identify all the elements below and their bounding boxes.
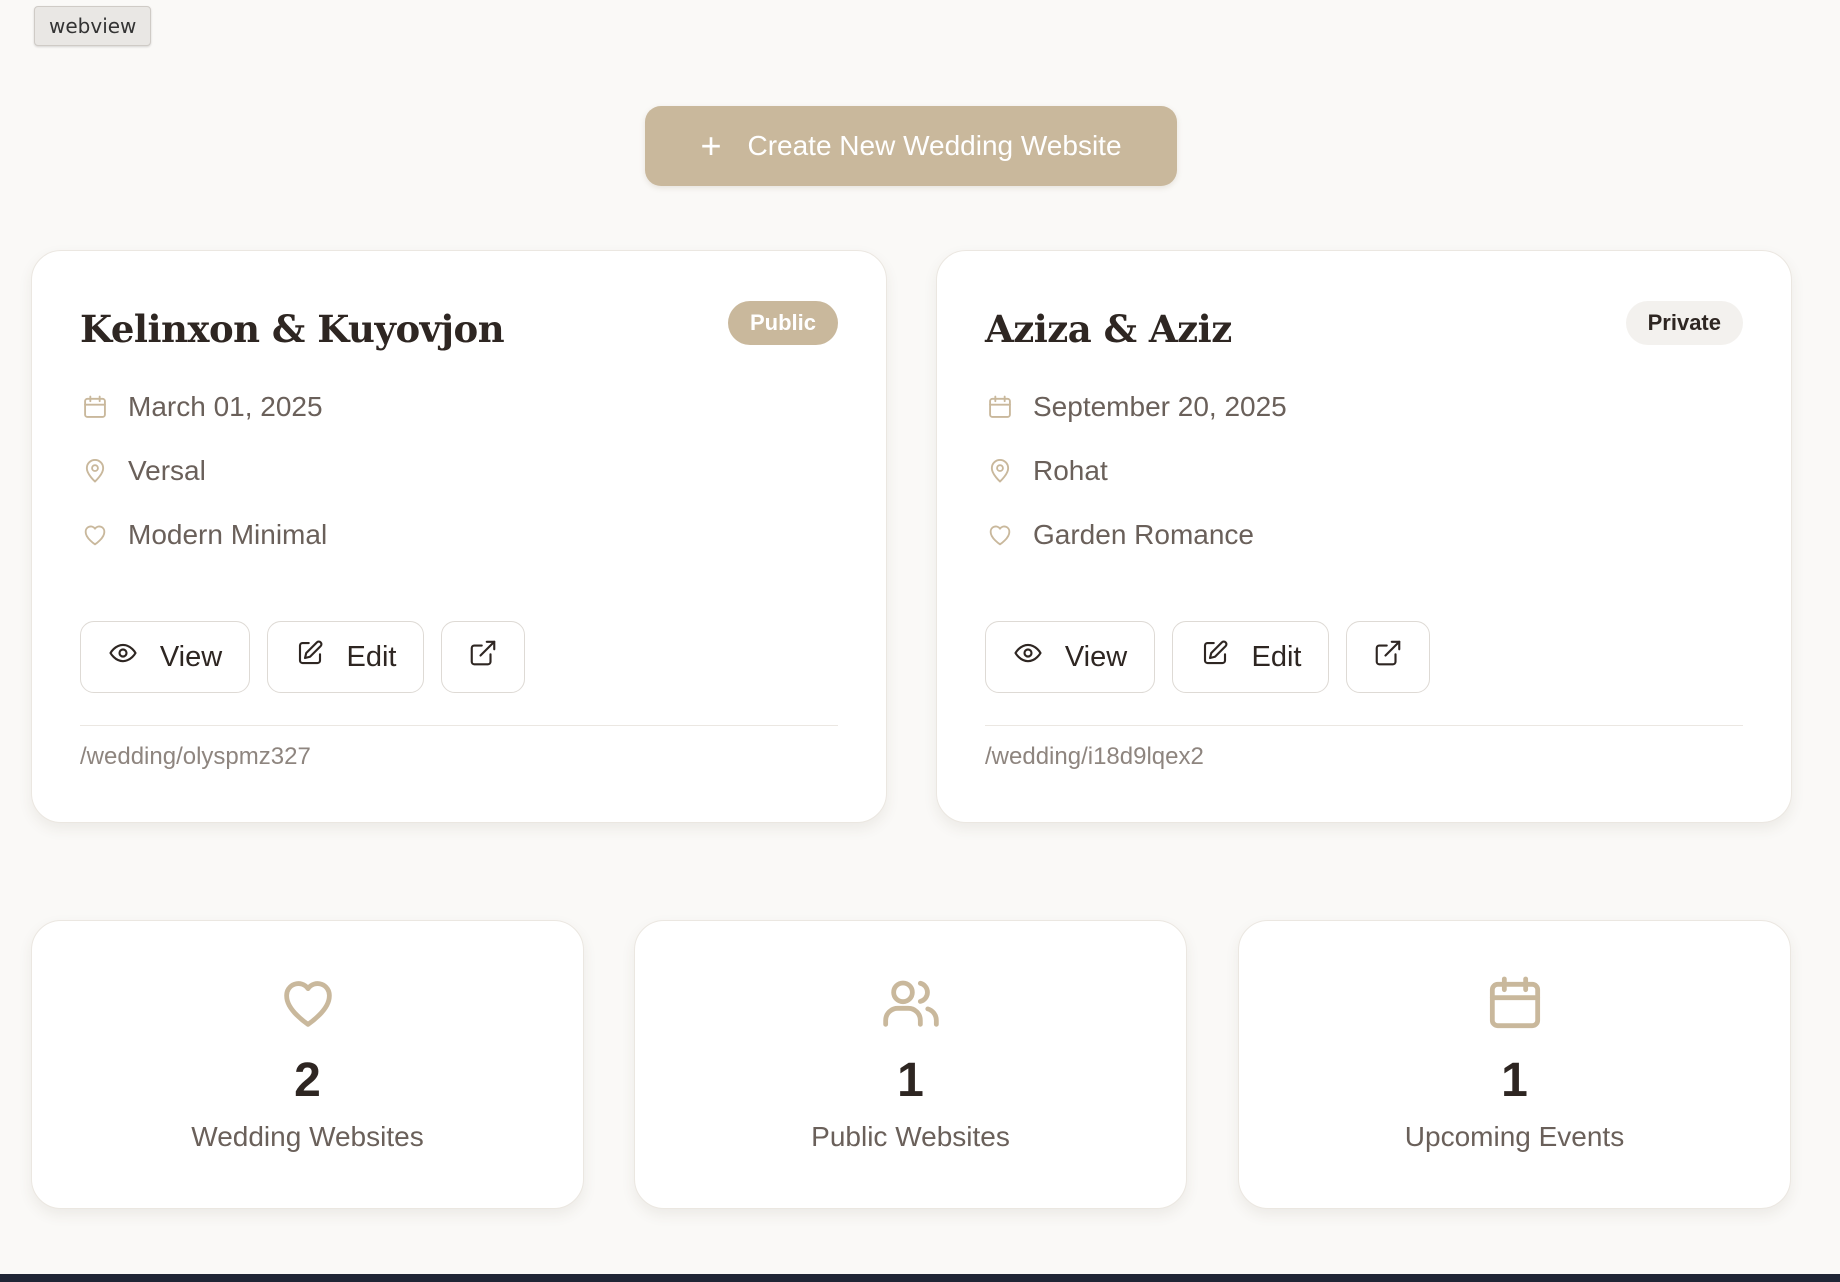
wedding-card-title: Kelinxon & Kuyovjon [80,307,505,351]
bottom-bar [0,1274,1840,1282]
view-button[interactable]: View [985,621,1155,693]
edit-label: Edit [346,640,397,673]
wedding-card: Kelinxon & Kuyovjon Public March 01, 202… [31,250,887,823]
stat-label: Public Websites [811,1121,1010,1152]
edit-icon [295,638,325,676]
wedding-theme-row: Modern Minimal [80,519,327,551]
edit-button[interactable]: Edit [267,621,424,693]
calendar-icon [80,392,110,422]
calendar-icon [985,392,1015,422]
stat-card-public-websites: 1 Public Websites [634,920,1187,1209]
wedding-url-slug: /wedding/i18d9lqex2 [985,743,1204,770]
calendar-icon [1489,976,1540,1029]
card-divider [985,725,1743,726]
wedding-date-row: September 20, 2025 [985,391,1287,423]
open-external-button[interactable] [1346,621,1430,693]
wedding-theme: Modern Minimal [128,519,328,550]
map-pin-icon [985,456,1015,486]
wedding-card: Aziza & Aziz Private September 20, 2025 … [936,250,1792,823]
eye-icon [1013,638,1043,676]
create-wedding-website-button[interactable]: + Create New Wedding Website [645,106,1177,186]
webview-label: webview [34,6,152,46]
card-actions: View Edit [80,621,525,693]
wedding-url-slug: /wedding/olyspmz327 [80,743,311,770]
external-link-icon [1373,638,1403,676]
wedding-date-row: March 01, 2025 [80,391,323,423]
stat-card-wedding-websites: 2 Wedding Websites [31,920,584,1209]
heart-icon [985,520,1015,550]
wedding-date: March 01, 2025 [128,391,323,422]
create-button-label: Create New Wedding Website [747,130,1122,161]
visibility-badge: Public [727,301,838,345]
edit-label: Edit [1251,640,1302,673]
wedding-date: September 20, 2025 [1033,391,1287,422]
open-external-button[interactable] [441,621,525,693]
wedding-theme: Garden Romance [1033,519,1255,550]
stat-value: 1 [1501,1054,1528,1107]
wedding-venue-row: Rohat [985,455,1108,487]
view-label: View [1064,640,1128,673]
wedding-card-title: Aziza & Aziz [985,307,1232,351]
users-icon [882,980,939,1027]
edit-icon [1200,638,1230,676]
plus-icon: + [700,125,722,166]
wedding-venue: Rohat [1033,455,1108,486]
wedding-venue-row: Versal [80,455,206,487]
stat-card-upcoming-events: 1 Upcoming Events [1238,920,1791,1209]
stat-value: 2 [294,1054,321,1107]
view-button[interactable]: View [80,621,250,693]
dashboard: webview + Create New Wedding Website Kel… [0,0,1840,1282]
heart-icon [80,520,110,550]
card-actions: View Edit [985,621,1430,693]
eye-icon [108,638,138,676]
wedding-theme-row: Garden Romance [985,519,1254,551]
wedding-venue: Versal [128,455,206,486]
card-divider [80,725,838,726]
view-label: View [159,640,223,673]
page-subtitle-cutoff [0,0,1840,2]
heart-icon [283,981,332,1027]
stat-label: Wedding Websites [191,1121,424,1152]
visibility-badge: Private [1625,301,1743,345]
edit-button[interactable]: Edit [1172,621,1329,693]
stat-label: Upcoming Events [1404,1121,1625,1152]
stat-value: 1 [897,1054,924,1107]
external-link-icon [468,638,498,676]
map-pin-icon [80,456,110,486]
